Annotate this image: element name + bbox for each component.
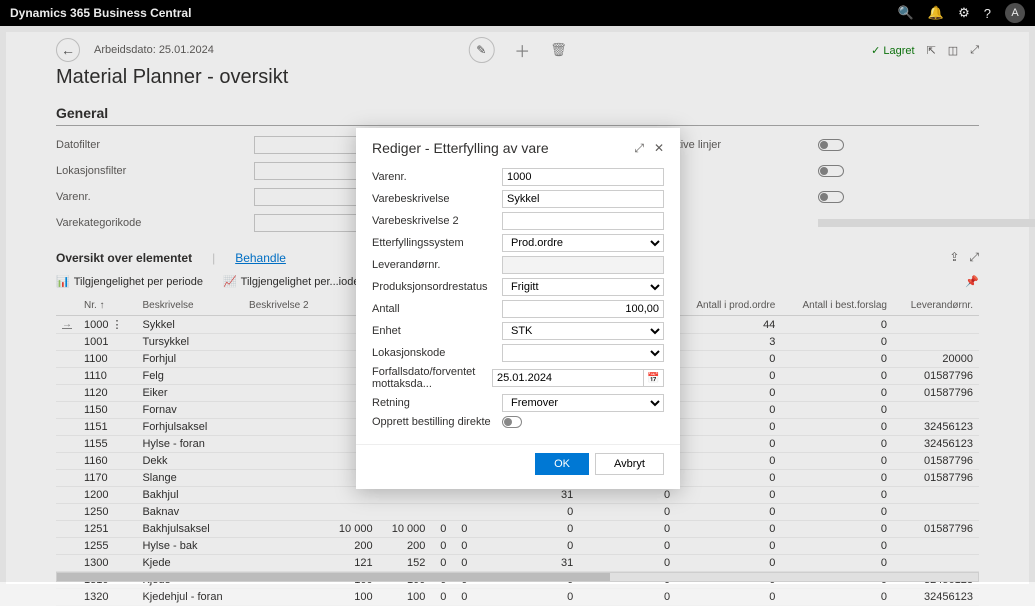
m-antall-label: Antall (372, 303, 502, 315)
calendar-icon[interactable]: 📅 (644, 369, 664, 387)
m-retning-select[interactable]: Fremover (502, 394, 664, 412)
ok-button[interactable]: OK (535, 453, 589, 475)
modal-etterfylling: Rediger - Etterfylling av vare ⤢ ✕ Varen… (356, 128, 680, 489)
m-varebesk-input[interactable] (502, 190, 664, 208)
m-prodstatus-select[interactable]: Frigitt (502, 278, 664, 296)
close-icon[interactable]: ✕ (654, 141, 664, 156)
m-varenr-label: Varenr. (372, 171, 502, 183)
m-lev-label: Leverandørnr. (372, 259, 502, 271)
m-varebesk2-input[interactable] (502, 212, 664, 230)
m-enhet-label: Enhet (372, 325, 502, 337)
table-row[interactable]: 1320 Kjedehjul - foran 10010000 00003245… (56, 589, 979, 606)
m-prodstatus-label: Produksjonsordrestatus (372, 281, 502, 293)
m-forfall-label: Forfallsdato/forventet mottaksda... (372, 366, 492, 390)
m-opprett-label: Opprett bestilling direkte (372, 416, 502, 428)
m-etterfyll-select[interactable]: Prod.ordre (502, 234, 664, 252)
m-etterfyll-label: Etterfyllingssystem (372, 237, 502, 249)
avbryt-button[interactable]: Avbryt (595, 453, 664, 475)
m-varenr-input[interactable] (502, 168, 664, 186)
modal-title: Rediger - Etterfylling av vare (372, 140, 549, 156)
m-antall-input[interactable] (502, 300, 664, 318)
m-varebesk2-label: Varebeskrivelse 2 (372, 215, 502, 227)
m-varebesk-label: Varebeskrivelse (372, 193, 502, 205)
m-forfall-input[interactable] (492, 369, 644, 387)
m-lokasjon-select[interactable] (502, 344, 664, 362)
expand-icon[interactable]: ⤢ (634, 141, 644, 156)
m-retning-label: Retning (372, 397, 502, 409)
m-opprett-toggle[interactable] (502, 416, 522, 428)
m-lev-input (502, 256, 664, 274)
m-enhet-select[interactable]: STK (502, 322, 664, 340)
m-lokasjon-label: Lokasjonskode (372, 347, 502, 359)
